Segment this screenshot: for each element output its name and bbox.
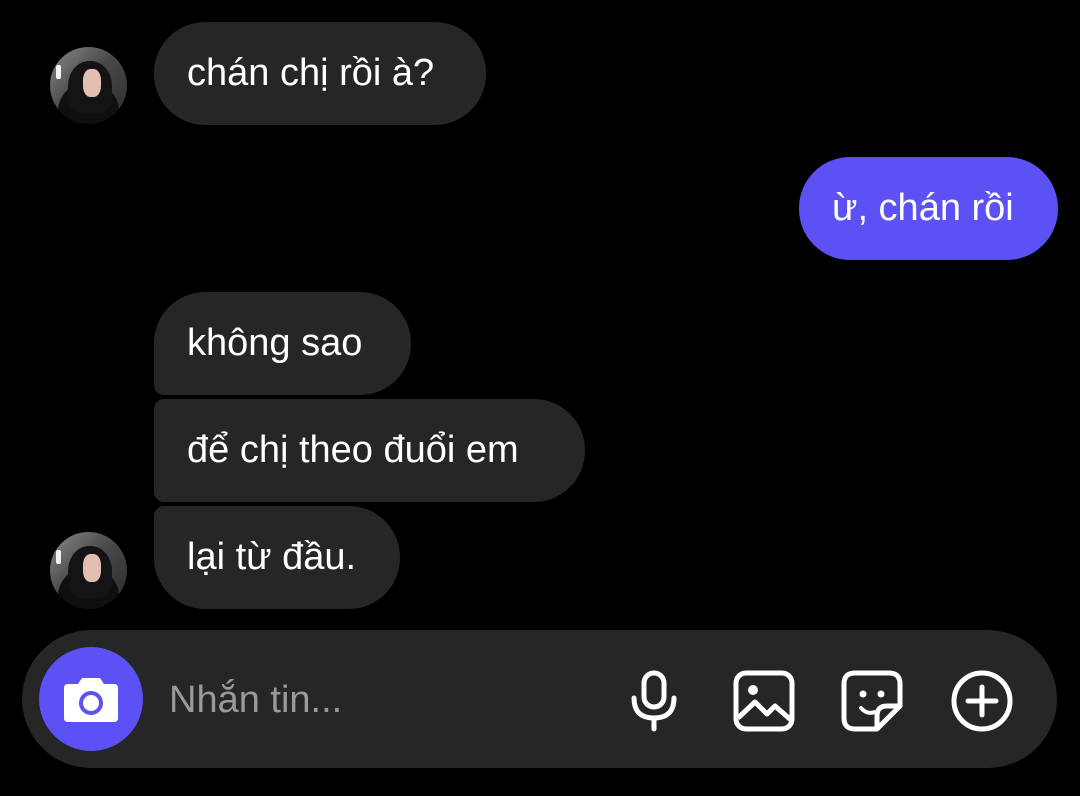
gallery-icon bbox=[733, 670, 795, 732]
message-input[interactable] bbox=[167, 668, 611, 732]
sent-message[interactable]: ừ, chán rồi bbox=[799, 157, 1058, 260]
received-message[interactable]: để chị theo đuổi em bbox=[154, 399, 585, 502]
camera-button[interactable] bbox=[39, 647, 143, 751]
received-message[interactable]: không sao bbox=[154, 292, 411, 395]
contact-avatar[interactable] bbox=[50, 532, 127, 609]
message-text: để chị theo đuổi em bbox=[187, 429, 519, 471]
received-message[interactable]: lại từ đầu. bbox=[154, 506, 400, 609]
message-text: không sao bbox=[187, 322, 363, 364]
message-text: ừ, chán rồi bbox=[832, 187, 1014, 229]
microphone-icon bbox=[631, 670, 677, 732]
received-message[interactable]: chán chị rồi à? bbox=[154, 22, 486, 125]
add-icon bbox=[951, 670, 1013, 732]
message-text: lại từ đầu. bbox=[187, 536, 357, 578]
add-button[interactable] bbox=[950, 669, 1014, 733]
sticker-icon bbox=[841, 670, 903, 732]
message-composer bbox=[22, 630, 1057, 768]
gallery-button[interactable] bbox=[732, 669, 796, 733]
microphone-button[interactable] bbox=[622, 669, 686, 733]
message-text: chán chị rồi à? bbox=[187, 52, 435, 94]
contact-avatar[interactable] bbox=[50, 47, 127, 124]
sticker-button[interactable] bbox=[840, 669, 904, 733]
camera-icon bbox=[64, 678, 118, 722]
